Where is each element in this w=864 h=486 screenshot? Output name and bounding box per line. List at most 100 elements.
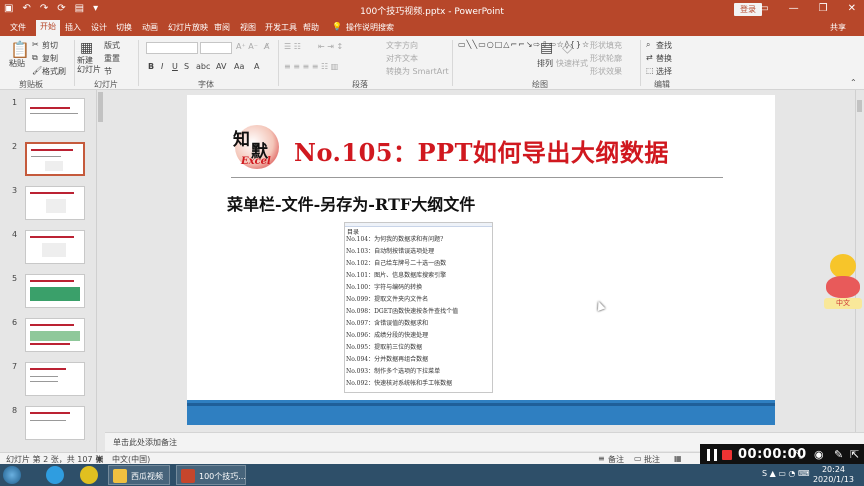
slide-thumbnail-2[interactable]	[25, 142, 85, 176]
tab-design[interactable]: 设计	[87, 21, 111, 34]
indent-icon[interactable]: ⇤ ⇥ ↕	[318, 42, 343, 51]
tray-icons[interactable]: S ▲ ▭ ◔ ⌨	[762, 469, 810, 478]
notes-placeholder[interactable]: 单击此处添加备注	[113, 437, 177, 448]
scroll-thumb[interactable]	[98, 92, 103, 122]
slide-thumbnail-4[interactable]	[25, 230, 85, 264]
pause-icon[interactable]	[707, 449, 717, 461]
find-button[interactable]: 查找	[656, 40, 672, 51]
tab-review[interactable]: 审阅	[210, 21, 234, 34]
arrange-button[interactable]: 排列	[537, 58, 553, 69]
arrange-icon[interactable]: ▤	[540, 40, 553, 56]
scroll-thumb[interactable]	[857, 100, 862, 112]
camera-icon[interactable]: ◉	[814, 448, 824, 461]
tab-transitions[interactable]: 切换	[112, 21, 136, 34]
cut-button[interactable]: 剪切	[42, 40, 58, 51]
quick-styles-button[interactable]: 快速样式	[556, 58, 588, 69]
resize-icon[interactable]: ⤡	[794, 448, 803, 462]
paste-button[interactable]: 粘贴	[9, 58, 25, 69]
reset-button[interactable]: 重置	[104, 53, 120, 64]
italic-icon[interactable]: I	[161, 62, 163, 71]
shape-fill-button[interactable]: 形状填充	[590, 40, 622, 51]
text-direction-button[interactable]: 文字方向	[386, 40, 418, 51]
clear-format-icon[interactable]: A̸	[264, 42, 269, 51]
expand-icon[interactable]: ⇱	[850, 448, 859, 461]
mascot-widget[interactable]: 中文	[822, 252, 864, 314]
taskbar-item-powerpoint[interactable]: 100个技巧...	[176, 465, 246, 485]
close-icon[interactable]: ✕	[848, 3, 856, 14]
tab-home[interactable]: 开始	[36, 20, 60, 36]
font-color-icon[interactable]: A	[254, 62, 259, 71]
brush-icon[interactable]: 🖌	[32, 66, 42, 75]
shape-effects-button[interactable]: 形状效果	[590, 66, 622, 77]
slide-title[interactable]: No.105：PPT如何导出大纲数据	[294, 133, 669, 168]
underline-icon[interactable]: U	[172, 62, 178, 71]
slide-subtitle[interactable]: 菜单栏-文件-另存为-RTF大纲文件	[227, 191, 475, 215]
shape-outline-button[interactable]: 形状轮廓	[590, 53, 622, 64]
align-icons[interactable]: ≡ ≡ ≡ ≡ ☷ ▥	[284, 62, 338, 71]
slide-thumbnail-7[interactable]	[25, 362, 85, 396]
taskbar-item-watermelon-video[interactable]: 西瓜视频	[108, 465, 170, 485]
stop-record-icon[interactable]	[722, 450, 732, 460]
new-slide-icon[interactable]: ▦	[80, 40, 93, 56]
section-button[interactable]: 节	[104, 66, 112, 77]
normal-view-icon[interactable]: ▦	[674, 454, 682, 463]
restore-icon[interactable]: ❐	[819, 3, 828, 14]
slide-canvas[interactable]: 知 默 Excel No.105：PPT如何导出大纲数据 菜单栏-文件-另存为-…	[187, 95, 775, 425]
tab-developer[interactable]: 开发工具	[261, 21, 301, 34]
group-paragraph-label: 段落	[352, 80, 368, 89]
align-text-button[interactable]: 对齐文本	[386, 53, 418, 64]
app-icon[interactable]	[80, 466, 98, 484]
tell-me-search[interactable]: 操作说明搜索	[342, 21, 398, 34]
share-button[interactable]: 共享	[826, 21, 850, 34]
select-button[interactable]: 选择	[656, 66, 672, 77]
tab-file[interactable]: 文件	[6, 21, 30, 34]
tab-view[interactable]: 视图	[236, 21, 260, 34]
tab-animations[interactable]: 动画	[138, 21, 162, 34]
quick-styles-icon[interactable]: ◇	[562, 40, 573, 56]
pen-icon[interactable]: ✎	[834, 448, 843, 461]
slide-thumbnail-3[interactable]	[25, 186, 85, 220]
layout-button[interactable]: 版式	[104, 40, 120, 51]
convert-smartart-button[interactable]: 转换为 SmartArt	[386, 66, 449, 77]
browser-icon[interactable]	[46, 466, 64, 484]
cut-icon[interactable]: ✂	[32, 40, 39, 49]
new-slide-button[interactable]: 新建 幻灯片	[77, 56, 101, 74]
case-icon[interactable]: Aa	[234, 62, 244, 71]
comments-icon[interactable]: ▭	[634, 454, 642, 463]
spacing-icon[interactable]: AV	[216, 62, 226, 71]
tab-insert[interactable]: 插入	[61, 21, 85, 34]
font-grow-icon[interactable]: A⁺ A⁻	[236, 42, 258, 51]
thumbnail-scrollbar[interactable]	[96, 90, 104, 452]
ribbon-display-icon[interactable]: ▭	[759, 3, 768, 14]
slide-thumbnail-5[interactable]	[25, 274, 85, 308]
replace-button[interactable]: 替换	[656, 53, 672, 64]
system-clock[interactable]: 20:24 2020/1/13	[813, 465, 854, 485]
select-icon[interactable]: ⬚	[646, 66, 654, 75]
tab-help[interactable]: 帮助	[299, 21, 323, 34]
slide-thumbnail-8[interactable]	[25, 406, 85, 440]
bold-icon[interactable]: B	[148, 62, 154, 71]
notes-icon[interactable]: ≡	[598, 454, 605, 463]
copy-button[interactable]: 复制	[42, 53, 58, 64]
replace-icon[interactable]: ⇄	[646, 53, 653, 62]
minimize-icon[interactable]: —	[789, 3, 799, 14]
slide-thumbnail-6[interactable]	[25, 318, 85, 352]
paste-icon[interactable]: 📋	[10, 40, 30, 59]
strikethrough-icon[interactable]: abc	[196, 62, 210, 71]
outline-item: No.103：自动制按错误选项处理	[346, 248, 435, 255]
format-painter-button[interactable]: 格式刷	[42, 66, 66, 77]
search-icon[interactable]: ⌕	[646, 40, 650, 50]
bullets-icon[interactable]: ☰ ☷	[284, 42, 301, 51]
copy-icon[interactable]: ⧉	[32, 53, 38, 63]
spellcheck-icon[interactable]: ▣	[96, 454, 104, 463]
collapse-ribbon-icon[interactable]: ⌃	[850, 78, 857, 87]
shadow-icon[interactable]: S	[184, 62, 189, 71]
start-button[interactable]	[3, 466, 21, 484]
outline-item: No.099：提取文件夹内文件名	[346, 296, 429, 303]
outline-screenshot[interactable]: 目录 No.104：为何我的数据求和有问题? No.103：自动制按错误选项处理…	[344, 222, 493, 393]
font-name-dropdown[interactable]	[146, 42, 198, 54]
login-button[interactable]: 登录	[734, 3, 762, 16]
slide-thumbnail-1[interactable]	[25, 98, 85, 132]
font-size-dropdown[interactable]	[200, 42, 232, 54]
tab-slideshow[interactable]: 幻灯片放映	[164, 21, 212, 34]
